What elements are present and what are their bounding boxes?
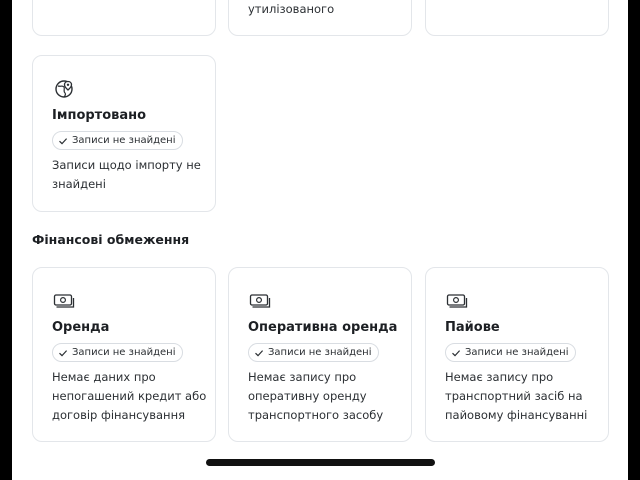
money-icon	[249, 294, 271, 308]
section-title: Фінансові обмеження	[32, 232, 190, 247]
device-frame-right	[628, 0, 640, 480]
status-badge: Записи не знайдені	[52, 343, 183, 362]
status-badge-label: Записи не знайдені	[465, 347, 569, 358]
card-top-middle[interactable]: утилізованого	[228, 0, 412, 36]
card-description: Немає запису про оперативну оренду транс…	[248, 370, 384, 422]
status-badge: Записи не знайдені	[52, 131, 183, 150]
card-description: утилізованого	[248, 2, 335, 16]
card-title: Імпортовано	[52, 108, 147, 123]
check-icon	[255, 349, 264, 356]
status-badge: Записи не знайдені	[248, 343, 379, 362]
card-description: Немає запису про транспортний засіб на п…	[445, 370, 588, 422]
check-icon	[452, 349, 461, 356]
card-description: Немає даних про непогашений кредит або д…	[52, 370, 207, 422]
check-icon	[59, 137, 68, 144]
status-badge-label: Записи не знайдені	[72, 347, 176, 358]
device-frame-left	[0, 0, 12, 480]
card-title: Оренда	[52, 320, 110, 335]
card-title: Оперативна оренда	[248, 320, 398, 335]
share-financing-card[interactable]: Пайове Записи не знайдені Немає запису п…	[425, 267, 609, 442]
status-badge-label: Записи не знайдені	[72, 135, 176, 146]
imported-card[interactable]: Імпортовано Записи не знайдені Записи що…	[32, 55, 216, 212]
globe-pin-icon	[55, 80, 73, 98]
card-top-right[interactable]	[425, 0, 609, 36]
lease-card[interactable]: Оренда Записи не знайдені Немає даних пр…	[32, 267, 216, 442]
home-indicator[interactable]	[206, 459, 435, 466]
card-title: Пайове	[445, 320, 500, 335]
card-description: Записи щодо імпорту не знайдені	[52, 158, 201, 191]
status-badge-label: Записи не знайдені	[268, 347, 372, 358]
money-icon	[53, 294, 75, 308]
status-badge: Записи не знайдені	[445, 343, 576, 362]
money-icon	[446, 294, 468, 308]
card-top-left[interactable]	[32, 0, 216, 36]
operating-lease-card[interactable]: Оперативна оренда Записи не знайдені Нем…	[228, 267, 412, 442]
check-icon	[59, 349, 68, 356]
